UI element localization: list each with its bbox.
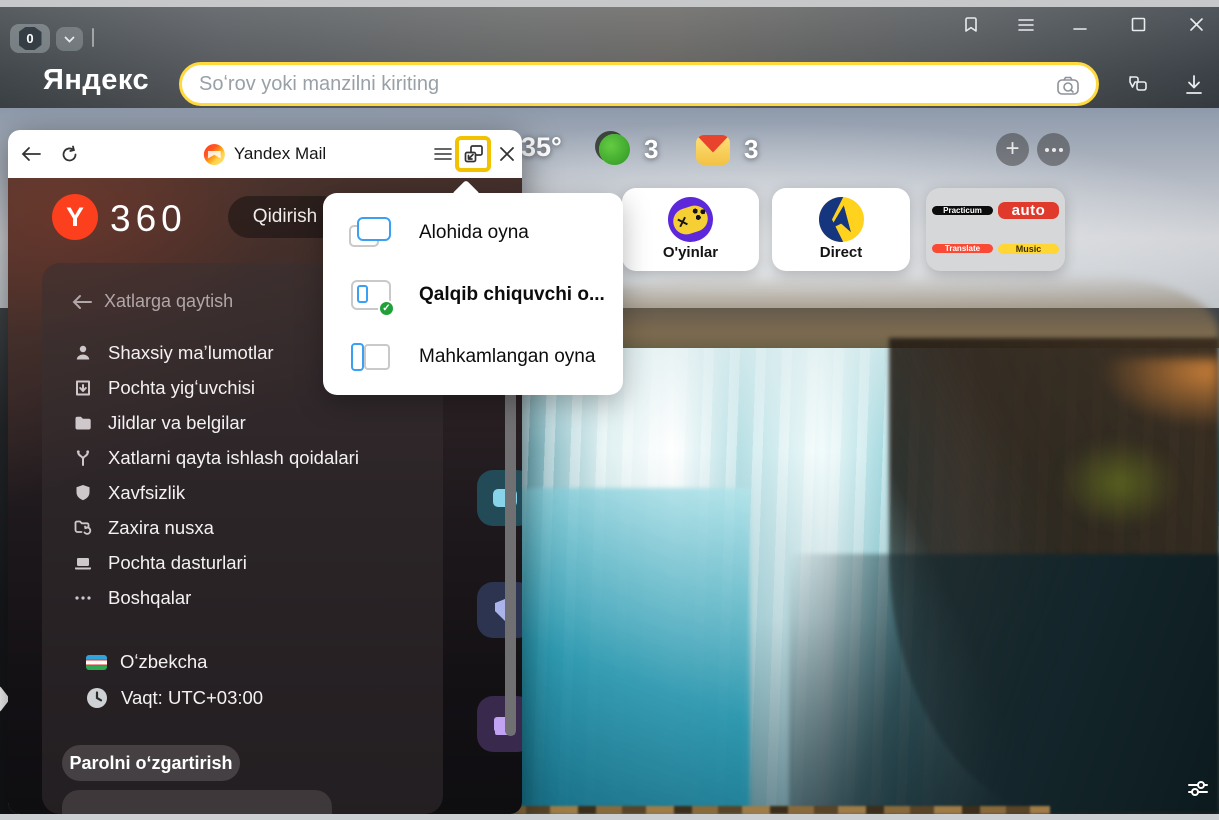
- pinned-window-icon: [347, 337, 395, 377]
- nav-other[interactable]: Boshqalar: [72, 580, 432, 615]
- folder-icon: [72, 413, 94, 433]
- image-search-button[interactable]: [1054, 72, 1082, 105]
- y360-360-text: 360: [110, 198, 187, 240]
- more-dots-icon: [72, 588, 94, 608]
- popup-titlebar: Yandex Mail: [8, 130, 522, 178]
- tile-translate[interactable]: Translate: [932, 244, 993, 253]
- widget-direct-label: Direct: [820, 244, 863, 261]
- back-to-mail-link[interactable]: Xatlarga qaytish: [72, 291, 233, 312]
- hamburger-icon: [434, 147, 452, 161]
- minimize-button[interactable]: [1068, 14, 1092, 36]
- widget-more-button[interactable]: [1037, 133, 1070, 166]
- y360-logo: Y: [52, 194, 98, 240]
- close-icon: [499, 146, 515, 162]
- shield-icon: [72, 483, 94, 503]
- browser-window: 35° 3 3 + ✕ O'yinlar Direct Practicum: [0, 0, 1219, 820]
- bookmarks-panel-button[interactable]: [958, 12, 984, 38]
- minimize-icon: [1073, 18, 1087, 32]
- person-icon: [72, 343, 94, 363]
- language-label: Oʻzbekcha: [120, 651, 207, 673]
- close-window-button[interactable]: [1184, 12, 1208, 36]
- camera-search-icon: [1054, 72, 1082, 100]
- games-icon: ✕: [668, 197, 713, 242]
- reload-icon: [60, 145, 79, 164]
- separate-window-icon: [347, 213, 395, 253]
- window-frame-bottom: [0, 814, 1219, 820]
- tab-group-pill[interactable]: 0: [10, 24, 50, 53]
- clock-icon: [86, 687, 108, 709]
- tab-list-dropdown-button[interactable]: [56, 27, 83, 51]
- popup-title: Yandex Mail: [234, 144, 326, 164]
- weather-temperature[interactable]: 35°: [521, 132, 562, 163]
- chevron-down-icon: [64, 36, 75, 43]
- mail-icon: [696, 135, 730, 165]
- widget-direct[interactable]: Direct: [772, 188, 910, 271]
- search-input[interactable]: [182, 65, 1096, 103]
- hamburger-icon: [1018, 19, 1034, 31]
- nav-mail-clients[interactable]: Pochta dasturlari: [72, 545, 432, 580]
- yandex-mail-favicon: [204, 144, 225, 165]
- popup-reload-button[interactable]: [54, 130, 84, 178]
- messenger-icon: [599, 134, 630, 165]
- widget-services-group[interactable]: Practicum auto Translate Music: [926, 188, 1065, 271]
- language-row[interactable]: Oʻzbekcha: [86, 651, 207, 673]
- downloads-button[interactable]: [1180, 70, 1208, 100]
- nav-mail-rules[interactable]: Xatlarni qayta ishlash qoidalari: [72, 440, 432, 475]
- messenger-count: 3: [644, 134, 658, 165]
- window-mode-menu: Alohida oyna ✓ Qalqib chiquvchi o... Mah…: [323, 193, 623, 395]
- popout-window-icon: [462, 144, 484, 164]
- menu-item-pinned-window[interactable]: Mahkamlangan oyna: [347, 326, 623, 388]
- browser-chrome: 0 Яндекс: [0, 0, 1219, 108]
- tab-counter-badge: 0: [19, 27, 42, 50]
- nav-backup[interactable]: Zaxira nusxa: [72, 510, 432, 545]
- maximize-button[interactable]: [1126, 12, 1150, 36]
- tile-music[interactable]: Music: [998, 244, 1059, 254]
- menu-item-floating-window[interactable]: ✓ Qalqib chiquvchi o...: [347, 264, 623, 326]
- timezone-row[interactable]: Vaqt: UTC+03:00: [86, 687, 263, 709]
- floating-window-icon: ✓: [347, 275, 395, 315]
- widget-games[interactable]: ✕ O'yinlar: [622, 188, 759, 271]
- extensions-button[interactable]: [1122, 70, 1152, 100]
- popup-menu-button[interactable]: [428, 130, 458, 178]
- widget-games-label: O'yinlar: [663, 244, 718, 261]
- change-password-button[interactable]: Parolni oʻzgartirish: [62, 745, 240, 781]
- check-badge-icon: ✓: [378, 300, 395, 317]
- omnibox: [179, 62, 1099, 106]
- maximize-icon: [1131, 17, 1146, 32]
- collector-icon: [72, 378, 94, 398]
- bookmark-flag-icon: [961, 15, 981, 35]
- arrow-left-icon: [72, 294, 92, 310]
- timezone-label: Vaqt: UTC+03:00: [121, 687, 263, 709]
- background-settings-icon[interactable]: [1186, 777, 1210, 806]
- divider: [92, 28, 94, 47]
- messenger-notification[interactable]: 3: [599, 134, 658, 165]
- collections-icon: [1124, 72, 1150, 98]
- yandex-logo[interactable]: Яндекс: [43, 64, 149, 97]
- tile-auto[interactable]: auto: [998, 202, 1059, 219]
- arrow-left-icon: [21, 146, 41, 162]
- popup-back-button[interactable]: [16, 130, 46, 178]
- mail-notification[interactable]: 3: [696, 134, 758, 165]
- download-icon: [1183, 73, 1205, 97]
- ellipsis-icon: [1045, 148, 1063, 152]
- add-widget-button[interactable]: +: [996, 133, 1029, 166]
- popup-close-button[interactable]: [492, 130, 522, 178]
- backup-icon: [72, 518, 94, 538]
- tile-practicum[interactable]: Practicum: [932, 206, 993, 215]
- rules-branch-icon: [72, 448, 94, 468]
- mail-count: 3: [744, 134, 758, 165]
- popup-title-group: Yandex Mail: [204, 130, 326, 178]
- close-icon: [1189, 17, 1204, 32]
- menu-item-separate-window[interactable]: Alohida oyna: [347, 202, 623, 264]
- partial-button[interactable]: [62, 790, 332, 814]
- window-frame-top: [0, 0, 1219, 7]
- browser-menu-button[interactable]: [1014, 14, 1038, 36]
- laptop-icon: [72, 553, 94, 573]
- direct-icon: [819, 197, 864, 242]
- window-mode-button-highlighted[interactable]: [455, 136, 491, 172]
- nav-folders-labels[interactable]: Jildlar va belgilar: [72, 405, 432, 440]
- uzbekistan-flag-icon: [86, 655, 107, 670]
- nav-security[interactable]: Xavfsizlik: [72, 475, 432, 510]
